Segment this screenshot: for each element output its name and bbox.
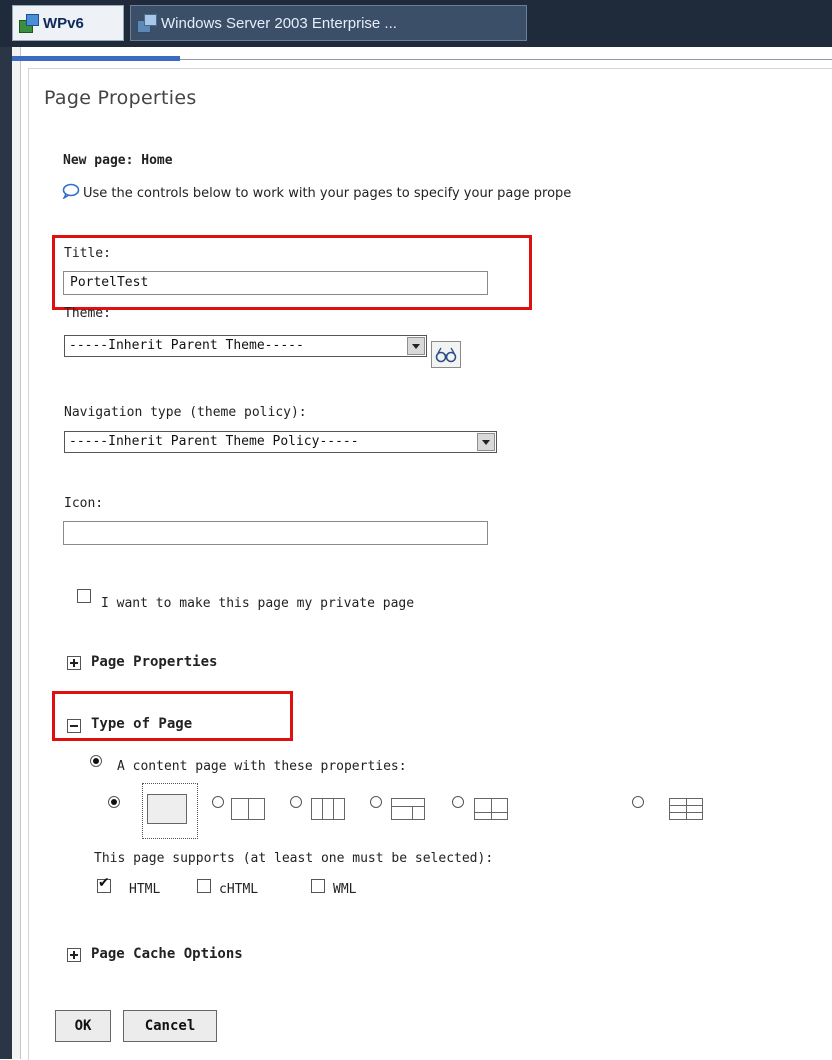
chtml-checkbox[interactable] (197, 879, 211, 893)
vm-icon (17, 12, 39, 34)
navigation-select[interactable]: -----Inherit Parent Theme Policy----- (64, 431, 497, 453)
theme-label: Theme: (64, 306, 111, 321)
tab-label: Windows Server 2003 Enterprise ... (161, 14, 397, 32)
icon-input[interactable] (63, 521, 488, 545)
theme-preview-button[interactable] (431, 341, 461, 368)
supports-label: This page supports (at least one must be… (94, 851, 494, 866)
content-page-label: A content page with these properties: (117, 759, 407, 774)
private-page-checkbox[interactable] (77, 589, 91, 603)
layout-radio-6[interactable] (632, 796, 644, 808)
layout-radio-1[interactable] (108, 796, 120, 808)
info-text: Use the controls below to work with your… (83, 186, 572, 201)
expand-plus-icon[interactable] (67, 656, 81, 670)
vm-icon (135, 12, 157, 34)
window-frame (12, 47, 21, 1059)
layout-three-column-icon[interactable] (311, 798, 345, 820)
icon-label: Icon: (64, 496, 104, 511)
chtml-label: cHTML (219, 882, 259, 897)
layout-single-column-icon[interactable] (147, 794, 187, 824)
layout-radio-5[interactable] (452, 796, 464, 808)
title-highlight (52, 235, 532, 310)
html-checkbox[interactable] (97, 875, 111, 893)
active-tab-indicator (12, 56, 180, 61)
page-title: Page Properties (44, 87, 197, 109)
layout-two-column-icon[interactable] (231, 798, 265, 820)
tab-label: WPv6 (43, 14, 84, 32)
window-edge (0, 47, 12, 1059)
tab-wpv6[interactable]: WPv6 (12, 5, 124, 41)
layout-radio-3[interactable] (290, 796, 302, 808)
ok-button[interactable]: OK (55, 1010, 111, 1042)
layout-radio-4[interactable] (370, 796, 382, 808)
tab-underline (180, 59, 832, 60)
tab-windows-server[interactable]: Windows Server 2003 Enterprise ... (130, 5, 527, 41)
new-page-label: New page: Home (63, 153, 173, 168)
tab-bar: WPv6 Windows Server 2003 Enterprise ... (0, 0, 832, 47)
type-of-page-highlight (52, 691, 293, 741)
navigation-selected-value: -----Inherit Parent Theme Policy----- (69, 434, 359, 449)
navigation-label: Navigation type (theme policy): (64, 405, 307, 420)
theme-select[interactable]: -----Inherit Parent Theme----- (64, 335, 427, 357)
wml-checkbox[interactable] (311, 879, 325, 893)
layout-radio-2[interactable] (212, 796, 224, 808)
cache-options-section[interactable]: Page Cache Options (91, 946, 243, 962)
html-label: HTML (129, 882, 161, 897)
layout-two-row-icon[interactable] (474, 798, 508, 820)
cancel-button[interactable]: Cancel (123, 1010, 217, 1042)
theme-selected-value: -----Inherit Parent Theme----- (69, 338, 304, 353)
layout-header-two-column-icon[interactable] (391, 798, 425, 820)
content-page-radio[interactable] (90, 755, 102, 767)
wml-label: WML (333, 882, 357, 897)
chevron-down-icon[interactable] (407, 337, 425, 355)
content-panel (28, 68, 832, 1060)
layout-banded-icon[interactable] (669, 798, 703, 820)
page-properties-section[interactable]: Page Properties (91, 654, 217, 670)
info-message: Use the controls below to work with your… (62, 183, 571, 201)
speech-bubble-icon (62, 183, 80, 199)
private-page-label: I want to make this page my private page (101, 596, 415, 611)
glasses-icon (435, 347, 457, 363)
expand-plus-icon[interactable] (67, 948, 81, 962)
chevron-down-icon[interactable] (477, 433, 495, 451)
